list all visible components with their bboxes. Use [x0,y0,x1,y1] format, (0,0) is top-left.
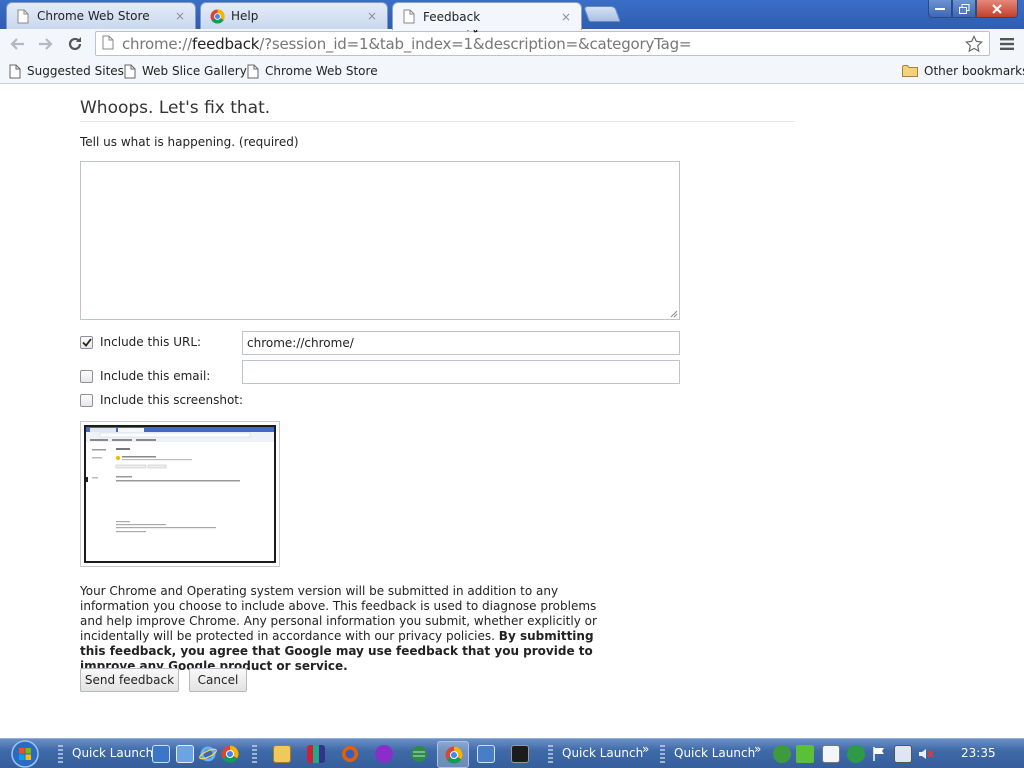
url-field[interactable] [242,331,680,355]
bookmarks-bar: Suggested Sites Web Slice Gallery Chrome… [0,58,1024,84]
include-email-label: Include this email: [100,369,211,383]
close-icon[interactable]: × [365,9,379,23]
taskbar-grip[interactable] [58,745,63,763]
firefox-icon[interactable] [341,745,359,763]
terminal-icon[interactable] [511,745,529,763]
description-textarea[interactable] [80,161,680,320]
taskbar: Quick Launch Quick Launch » Quick Launch… [0,738,1024,768]
tray-document-icon[interactable] [822,745,840,763]
omnibox[interactable]: chrome://feedback/?session_id=1&tab_inde… [95,31,990,56]
back-button[interactable] [6,33,28,55]
description-label: Tell us what is happening. (required) [80,135,299,149]
chevron-right-icon[interactable]: » [642,742,649,756]
bookmark-label: Web Slice Gallery [142,64,247,78]
windows-logo-icon [11,740,39,768]
bookmark-chrome-web-store[interactable]: Chrome Web Store [247,63,378,79]
tab-title: Feedback [423,9,481,24]
page-icon [401,9,417,25]
include-url-checkbox[interactable] [80,335,93,349]
tab-feedback[interactable]: Feedback × [392,2,582,30]
close-icon[interactable]: × [559,10,573,24]
chrome-icon[interactable] [221,745,239,763]
volume-muted-icon[interactable] [917,745,935,763]
taskbar-clock[interactable]: 23:35 [961,746,996,760]
taskbar-grip[interactable] [548,745,553,763]
url-scheme: chrome:// [122,34,192,53]
minimize-button[interactable] [928,0,952,18]
bookmark-label: Suggested Sites [27,64,124,78]
page-icon [124,64,136,79]
forward-button[interactable] [35,33,57,55]
globe-icon[interactable] [410,745,428,763]
url-text[interactable]: chrome://feedback/?session_id=1&tab_inde… [122,35,691,53]
restore-button[interactable] [952,0,976,18]
folder-icon[interactable] [273,745,291,763]
new-tab-button[interactable] [583,6,621,22]
quick-launch-label[interactable]: Quick Launch [72,746,153,760]
send-feedback-button[interactable]: Send feedback [80,668,179,692]
switch-windows-icon[interactable] [176,745,194,763]
quick-launch-label[interactable]: Quick Launch [562,746,643,760]
close-icon[interactable]: × [173,9,187,23]
reload-button[interactable] [64,33,86,55]
divider [80,121,795,122]
tray-arrows-icon[interactable] [796,745,814,763]
include-url-row: Include this URL: [80,333,201,351]
cancel-button[interactable]: Cancel [189,668,247,692]
tab-help[interactable]: Help × [200,2,388,29]
action-center-flag-icon[interactable] [870,745,888,763]
bookmark-suggested-sites[interactable]: Suggested Sites [9,63,124,79]
url-path: /?session_id=1&tab_index=1&description=&… [259,34,692,53]
bookmark-label: Other bookmarks [924,64,1024,78]
include-screenshot-checkbox[interactable] [80,393,93,407]
email-field[interactable] [242,360,680,384]
include-email-checkbox[interactable] [80,369,93,383]
chrome-icon [445,746,463,764]
resize-grip-icon[interactable] [669,309,678,318]
privacy-notice: Your Chrome and Operating system version… [80,584,600,674]
url-host: feedback [191,34,260,53]
quick-launch-label[interactable]: Quick Launch [674,746,755,760]
tab-chrome-web-store[interactable]: Chrome Web Store × [6,2,196,29]
page-icon [9,64,21,79]
tray-check-icon[interactable] [847,745,865,763]
feedback-page: Whoops. Let's fix that. Tell us what is … [0,85,1024,738]
bookmark-web-slice-gallery[interactable]: Web Slice Gallery [124,63,247,79]
include-screenshot-label: Include this screenshot: [100,393,244,407]
bookmark-label: Chrome Web Store [265,64,378,78]
network-icon[interactable] [894,745,912,763]
page-icon [247,64,259,79]
bookmark-star-icon[interactable] [964,34,984,53]
screenshot-miniature-image [86,427,274,533]
chrome-icon [209,8,225,24]
show-desktop-icon[interactable] [152,745,170,763]
tab-title: Help [231,9,259,23]
page-icon [102,35,116,53]
checkmark-icon [81,337,92,347]
start-button[interactable] [6,739,44,768]
menu-icon[interactable] [996,33,1018,55]
page-title: Whoops. Let's fix that. [80,98,271,118]
taskbar-grip[interactable] [252,745,257,763]
tab-title: Chrome Web Store [37,9,150,23]
network-tool-icon[interactable] [477,745,495,763]
winrar-icon[interactable] [307,745,325,763]
toolbar: chrome://feedback/?session_id=1&tab_inde… [0,29,1024,58]
page-icon [15,8,31,24]
taskbar-chrome-window[interactable] [437,741,469,768]
include-url-label: Include this URL: [100,335,202,349]
bookmark-other-bookmarks[interactable]: Other bookmarks [902,63,1024,79]
media-player-icon[interactable] [375,745,393,763]
title-bar: Chrome Web Store × Help × Feedback × [0,0,1024,30]
screenshot-thumbnail[interactable] [80,421,280,567]
chevron-right-icon[interactable]: » [754,742,761,756]
close-window-button[interactable] [976,0,1018,18]
tray-globe-icon[interactable] [773,745,791,763]
screenshot-preview [84,425,276,563]
folder-icon [902,64,918,79]
include-screenshot-row: Include this screenshot: [80,391,243,409]
internet-explorer-icon[interactable] [199,745,217,763]
include-email-row: Include this email: [80,367,210,385]
taskbar-grip[interactable] [660,745,665,763]
